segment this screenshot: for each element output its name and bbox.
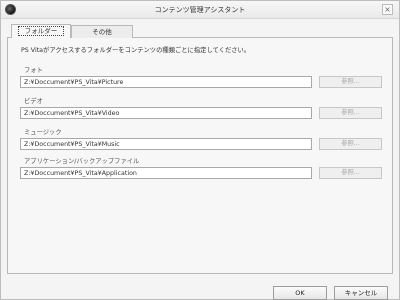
music-label: ミュージック (24, 129, 62, 136)
cancel-button[interactable]: キャンセル (334, 286, 388, 300)
application-path-input[interactable] (20, 167, 312, 179)
photo-label: フォト (24, 67, 43, 74)
tab-folder-label: フォルダー (17, 26, 65, 36)
photo-path-input[interactable] (20, 76, 312, 88)
description-text: PS Vitaがアクセスするフォルダーをコンテンツの種類ごとに指定してください。 (21, 47, 251, 54)
photo-browse-button[interactable]: 参照... (319, 76, 382, 88)
music-path-input[interactable] (20, 138, 312, 150)
window-title: コンテンツ管理アシスタント (154, 6, 246, 14)
tab-other-label: その他 (92, 28, 112, 36)
video-path-input[interactable] (20, 107, 312, 119)
title-bar: コンテンツ管理アシスタント × (1, 1, 399, 19)
video-browse-button[interactable]: 参照... (319, 107, 382, 119)
close-button[interactable]: × (382, 4, 393, 15)
application-label: アプリケーション/バックアップファイル (24, 158, 140, 165)
ok-button[interactable]: OK (273, 286, 327, 300)
tab-other[interactable]: その他 (71, 25, 133, 38)
application-browse-button[interactable]: 参照... (319, 167, 382, 179)
tab-folder[interactable]: フォルダー (11, 24, 71, 38)
video-label: ビデオ (24, 98, 43, 105)
music-browse-button[interactable]: 参照... (319, 138, 382, 150)
dialog-window: コンテンツ管理アシスタント × フォルダー その他 PS Vitaがアクセスする… (0, 0, 400, 300)
